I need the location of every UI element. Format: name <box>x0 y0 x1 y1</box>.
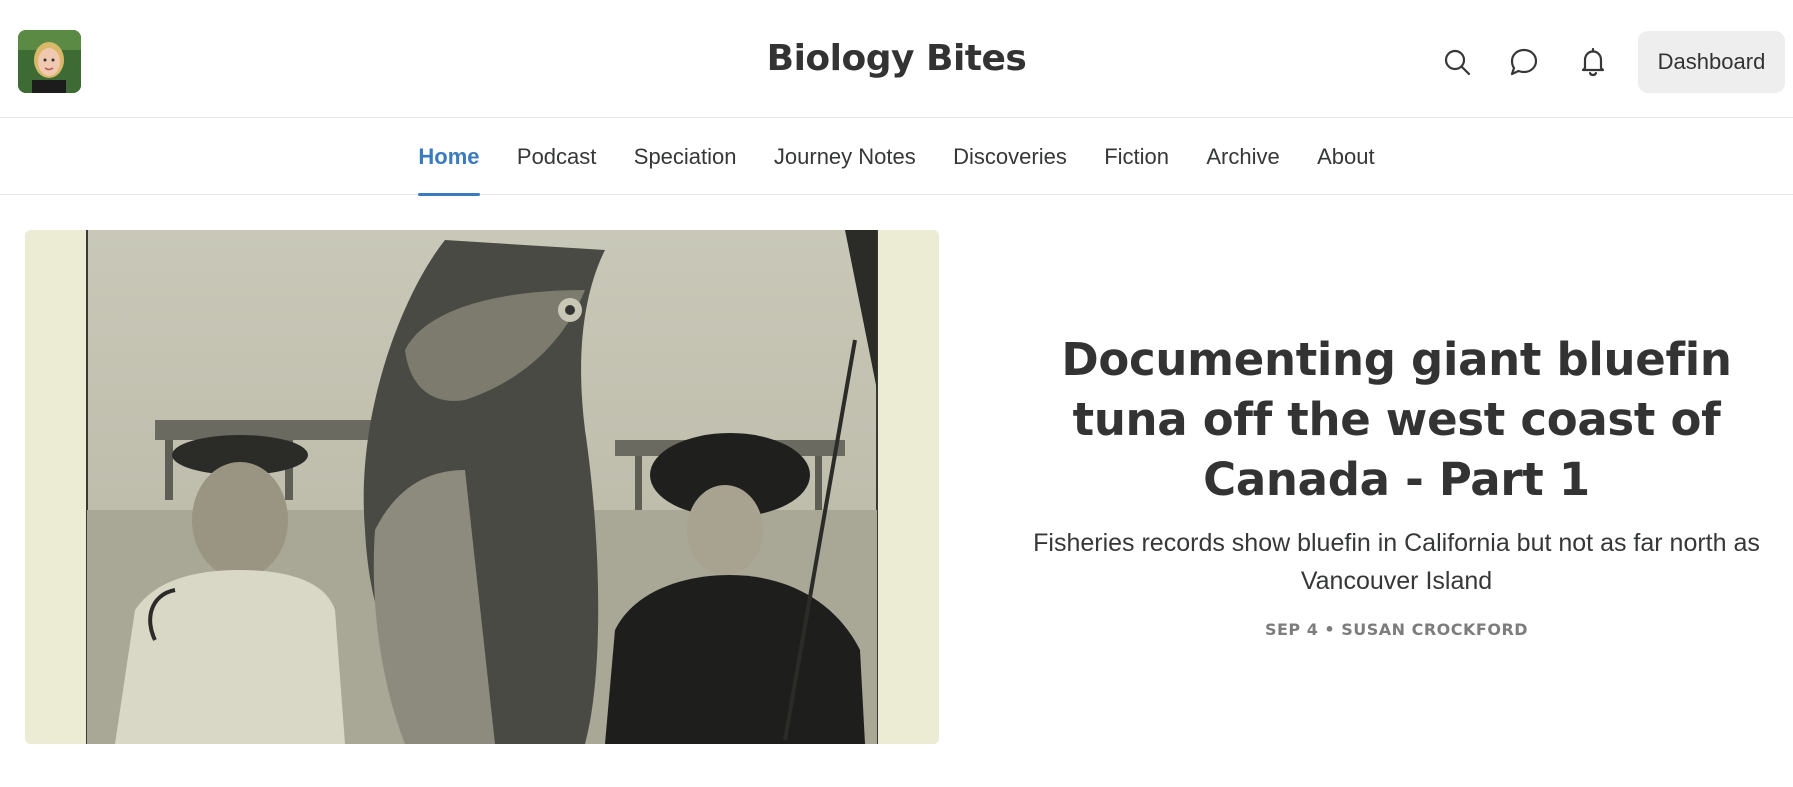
nav-item-podcast[interactable]: Podcast <box>498 118 615 195</box>
featured-post-image[interactable] <box>25 230 939 744</box>
bell-icon <box>1581 47 1605 77</box>
nav-item-discoveries[interactable]: Discoveries <box>934 118 1085 195</box>
section-nav: Home Podcast Speciation Journey Notes Di… <box>0 118 1793 196</box>
featured-post-text: Documenting giant bluefin tuna off the w… <box>1010 330 1783 639</box>
meta-separator: • <box>1324 620 1342 639</box>
top-bar: Biology Bites Dashboard <box>0 0 1793 118</box>
nav-items: Home Podcast Speciation Journey Notes Di… <box>0 118 1793 196</box>
nav-item-journey-notes[interactable]: Journey Notes <box>755 118 934 195</box>
vintage-tuna-photo <box>25 230 939 744</box>
search-icon <box>1444 49 1471 76</box>
nav-item-speciation[interactable]: Speciation <box>615 118 755 195</box>
featured-post-title[interactable]: Documenting giant bluefin tuna off the w… <box>1010 330 1783 510</box>
search-button[interactable] <box>1435 40 1479 84</box>
chat-icon <box>1510 48 1538 76</box>
featured-post-subtitle: Fisheries records show bluefin in Califo… <box>1033 529 1760 595</box>
post-date: SEP 4 <box>1264 620 1319 639</box>
site-title-link[interactable]: Biology Bites <box>767 38 1027 79</box>
chat-button[interactable] <box>1502 40 1546 84</box>
dashboard-button[interactable]: Dashboard <box>1638 31 1785 93</box>
nav-item-archive[interactable]: Archive <box>1188 118 1299 195</box>
nav-item-fiction[interactable]: Fiction <box>1086 118 1188 195</box>
nav-item-about[interactable]: About <box>1298 118 1393 195</box>
notifications-button[interactable] <box>1571 40 1615 84</box>
post-author[interactable]: SUSAN CROCKFORD <box>1341 620 1528 639</box>
nav-item-home[interactable]: Home <box>400 118 499 196</box>
featured-post-meta: SEP 4 • SUSAN CROCKFORD <box>1010 620 1783 639</box>
